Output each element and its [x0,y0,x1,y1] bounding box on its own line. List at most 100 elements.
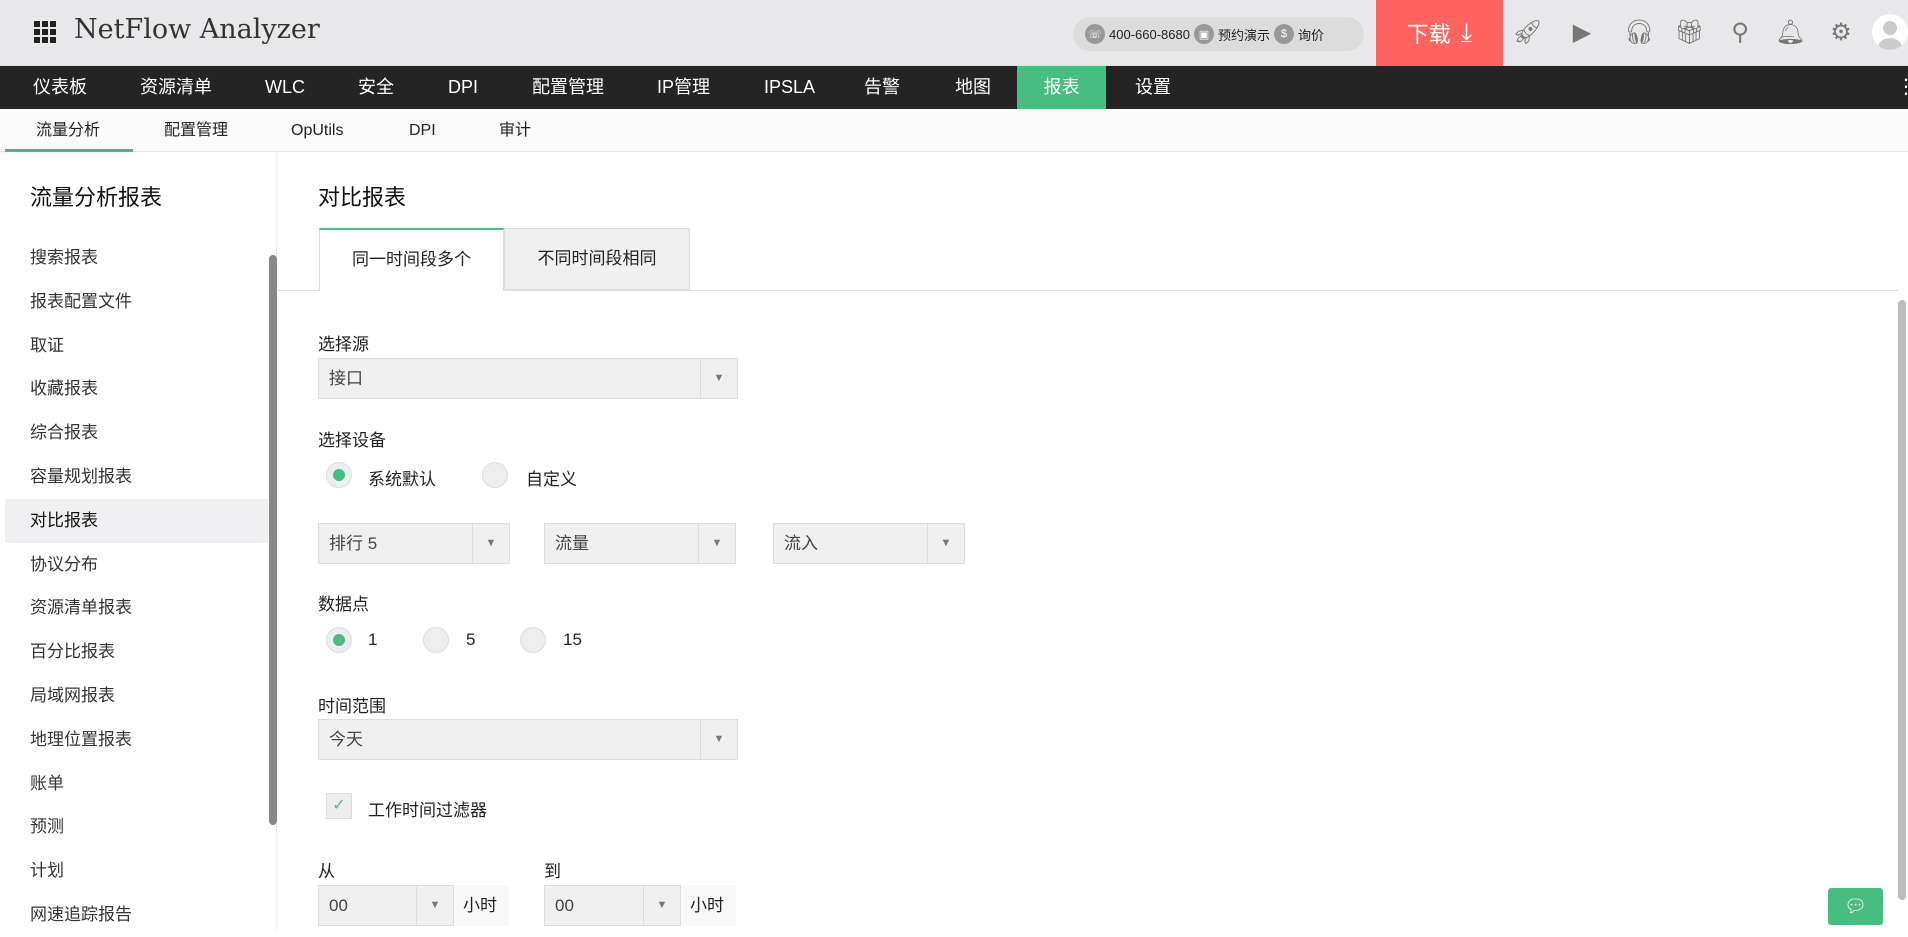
dollar-icon: $ [1273,24,1294,44]
timerange-select[interactable]: 今天 ▼ [318,719,738,760]
nav-ip[interactable]: IP管理 [657,66,710,109]
source-value: 接口 [329,369,363,388]
sidebar-title: 流量分析报表 [30,185,163,210]
nav-settings[interactable]: 设置 [1135,66,1171,109]
radio-datapoint-5[interactable] [423,627,449,653]
radio-datapoint-1[interactable] [326,627,352,653]
chevron-down-icon: ▼ [700,720,737,759]
download-button[interactable]: 下载 ⤓ [1376,0,1503,66]
select-value: 排行 5 [329,534,378,553]
to-hour-select[interactable]: 00 ▼ [544,885,681,926]
rocket-icon[interactable]: 🚀︎ [1512,18,1542,48]
chevron-down-icon: ▼ [416,886,453,925]
sidebar-scrollbar[interactable] [269,255,277,825]
timerange-label: 时间范围 [318,697,386,716]
nav-ipsla[interactable]: IPSLA [764,66,815,109]
workhours-label: 工作时间过滤器 [368,801,487,820]
radio-label: 1 [368,630,378,649]
radio-label: 系统默认 [368,470,436,489]
price-link[interactable]: 询价 [1298,25,1324,44]
radio-label: 5 [466,630,476,649]
nav-wlc[interactable]: WLC [265,66,305,109]
sidebar-item[interactable]: 协议分布 [5,543,268,587]
select-value: 流入 [784,534,818,553]
gear-icon[interactable]: ⚙ [1826,18,1856,48]
chevron-down-icon: ▼ [698,524,735,563]
radio-label: 自定义 [526,470,577,489]
check-icon: ✓ [332,797,346,814]
from-label: 从 [318,862,335,881]
nav-security[interactable]: 安全 [358,66,394,109]
nav-reports[interactable]: 报表 [1017,66,1106,109]
nav-config[interactable]: 配置管理 [532,66,604,109]
select-value: 流量 [555,534,589,553]
contact-pill: ☏ 400-660-8680 ▣ 预约演示 $ 询价 [1073,17,1364,51]
chat-button[interactable]: 💬︎ [1828,888,1883,925]
to-unit: 小时 [681,885,736,926]
download-icon: ⤓ [1460,17,1473,47]
nav-maps[interactable]: 地图 [955,66,991,109]
main-nav: 仪表板 资源清单 WLC 安全 DPI 配置管理 IP管理 IPSLA 告警 地… [0,66,1908,109]
tab-different-period[interactable]: 不同时间段相同 [504,228,690,290]
sidebar-item[interactable]: 网速追踪报告 [5,893,268,937]
main-scrollbar[interactable] [1898,300,1906,900]
presentation-icon[interactable]: ▶ [1567,18,1597,48]
chevron-down-icon: ▼ [700,359,737,398]
subnav-dpi[interactable]: DPI [409,109,436,152]
sidebar-item[interactable]: 搜索报表 [5,236,268,280]
app-grid-icon[interactable] [34,21,56,43]
workhours-checkbox[interactable]: ✓ [326,793,352,819]
sidebar-item[interactable]: 百分比报表 [5,630,268,674]
top-n-select[interactable]: 排行 5 ▼ [318,523,510,564]
nav-dashboard[interactable]: 仪表板 [33,66,87,109]
timerange-value: 今天 [329,730,363,749]
datapoints-label: 数据点 [318,595,369,614]
sidebar-item[interactable]: 资源清单报表 [5,586,268,630]
device-label: 选择设备 [318,431,386,450]
sidebar-item[interactable]: 收藏报表 [5,367,268,411]
metric-select[interactable]: 流量 ▼ [544,523,736,564]
demo-link[interactable]: 预约演示 [1218,25,1270,44]
subnav-audit[interactable]: 审计 [499,109,531,152]
sidebar-item[interactable]: 报表配置文件 [5,280,268,324]
subnav-oputils[interactable]: OpUtils [291,109,343,152]
sidebar-item[interactable]: 对比报表 [5,498,268,543]
avatar[interactable] [1872,14,1908,50]
nav-alarms[interactable]: 告警 [864,66,900,109]
more-icon[interactable]: ⋮ [1896,66,1908,109]
tab-same-period[interactable]: 同一时间段多个 [319,228,504,291]
page-title: 对比报表 [318,185,407,210]
from-hour-value: 00 [329,896,348,915]
sidebar-item[interactable]: 容量规划报表 [5,455,268,499]
sidebar-item[interactable]: 预测 [5,805,268,849]
subnav-config[interactable]: 配置管理 [164,109,228,152]
chevron-down-icon: ▼ [472,524,509,563]
to-hour-value: 00 [555,896,574,915]
source-select[interactable]: 接口 ▼ [318,358,738,399]
subnav-traffic[interactable]: 流量分析 [36,109,100,152]
sidebar-item[interactable]: 局域网报表 [5,674,268,718]
radio-custom[interactable] [482,462,508,488]
from-hour-select[interactable]: 00 ▼ [318,885,454,926]
from-unit: 小时 [454,885,509,926]
to-label: 到 [544,862,561,881]
gift-icon[interactable]: 🎁︎ [1674,18,1704,48]
sidebar-item[interactable]: 计划 [5,849,268,893]
headset-icon[interactable]: 🎧︎ [1624,18,1654,48]
sidebar-item[interactable]: 综合报表 [5,411,268,455]
tab-divider [278,290,1898,291]
sidebar-item[interactable]: 账单 [5,762,268,806]
direction-select[interactable]: 流入 ▼ [773,523,965,564]
sidebar-item[interactable]: 取证 [5,324,268,368]
bell-icon[interactable]: 🔔︎ [1775,18,1805,48]
search-icon[interactable]: ⚲ [1725,18,1755,48]
chevron-down-icon: ▼ [643,886,680,925]
nav-dpi[interactable]: DPI [448,66,478,109]
nav-inventory[interactable]: 资源清单 [140,66,212,109]
sidebar-item[interactable]: 地理位置报表 [5,718,268,762]
phone-icon: ☏ [1085,24,1105,44]
chat-icon: 💬︎ [1844,896,1867,916]
radio-datapoint-15[interactable] [520,627,546,653]
app-title: NetFlow Analyzer [74,14,320,45]
radio-system-default[interactable] [326,462,352,488]
